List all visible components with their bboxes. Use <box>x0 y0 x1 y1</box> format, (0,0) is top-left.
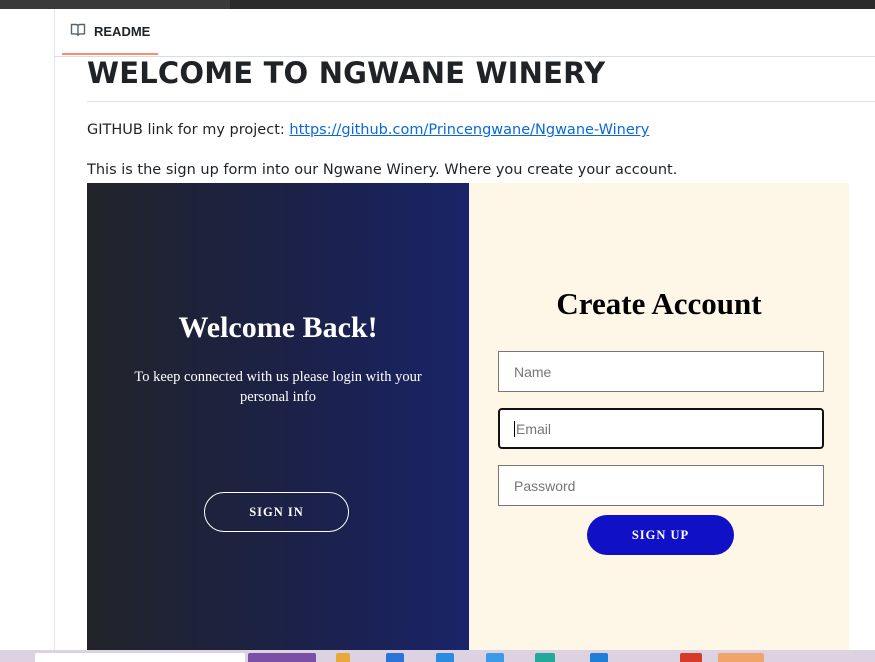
name-field[interactable]: Name <box>498 351 824 392</box>
create-account-title: Create Account <box>556 286 762 321</box>
description-paragraph: This is the sign up form into our Ngwane… <box>87 162 678 178</box>
tab-readme-label: README <box>94 23 151 39</box>
password-placeholder: Password <box>514 477 576 494</box>
taskbar <box>0 650 875 662</box>
github-paragraph: GITHUB link for my project: https://gith… <box>87 122 649 138</box>
taskbar-vscode-icon[interactable] <box>590 653 608 662</box>
password-field[interactable]: Password <box>498 465 824 506</box>
page-title: WELCOME TO NGWANE WINERY <box>87 56 606 90</box>
taskbar-edge-icon[interactable] <box>535 653 555 662</box>
email-field[interactable]: Email <box>498 408 824 449</box>
welcome-back-title: Welcome Back! <box>178 311 378 344</box>
taskbar-mail-icon[interactable] <box>486 653 504 662</box>
github-prefix: GITHUB link for my project: <box>87 122 290 138</box>
taskbar-chrome-icon[interactable] <box>680 653 702 662</box>
email-placeholder: Email <box>516 420 552 437</box>
welcome-back-panel: Welcome Back! To keep connected with us … <box>87 183 469 654</box>
taskbar-widget-icon[interactable] <box>248 653 316 662</box>
sign-up-button[interactable]: SIGN UP <box>587 515 734 555</box>
name-placeholder: Name <box>514 363 552 380</box>
text-caret <box>514 420 515 437</box>
book-icon <box>70 22 86 41</box>
sign-in-button[interactable]: SIGN IN <box>204 492 349 532</box>
taskbar-store-icon[interactable] <box>436 653 454 662</box>
window-top-bar <box>0 0 875 9</box>
taskbar-folder-icon[interactable] <box>336 653 350 662</box>
create-account-panel: Create Account Name Email Password SIGN … <box>469 183 849 654</box>
taskbar-active-app-icon[interactable] <box>718 653 764 662</box>
github-link[interactable]: https://github.com/Princengwane/Ngwane-W… <box>289 122 649 138</box>
taskbar-search-box[interactable] <box>35 653 245 662</box>
taskbar-app-icon[interactable] <box>386 653 404 662</box>
welcome-back-subtitle: To keep connected with us please login w… <box>134 369 422 405</box>
left-gutter <box>0 9 55 654</box>
heading-divider <box>87 101 875 102</box>
tab-readme[interactable]: README <box>62 9 158 55</box>
